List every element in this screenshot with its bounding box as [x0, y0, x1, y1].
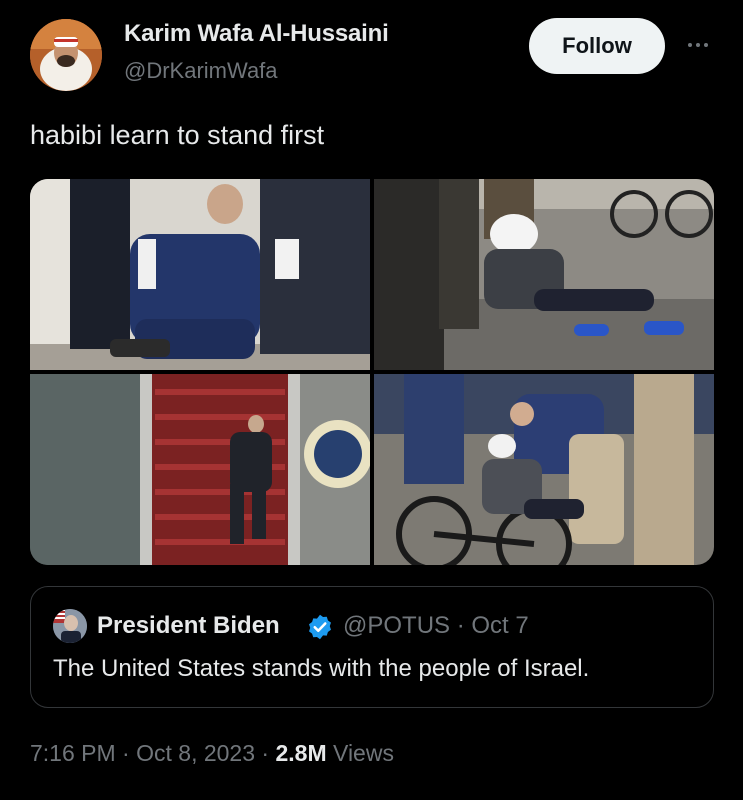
- author-avatar[interactable]: [30, 19, 102, 91]
- tweet-time[interactable]: 7:16 PM: [30, 740, 116, 766]
- quoted-avatar: [53, 609, 87, 643]
- author-name[interactable]: Karim Wafa Al-Hussaini: [124, 20, 389, 48]
- media-image-3[interactable]: [30, 374, 370, 565]
- quoted-handle-date: @POTUS · Oct 7: [343, 612, 529, 639]
- views-count: 2.8M: [275, 740, 327, 766]
- verified-badge-icon: [309, 614, 331, 640]
- meta-separator: ·: [115, 740, 137, 766]
- meta-separator: ·: [255, 740, 276, 766]
- media-image-4[interactable]: [374, 374, 714, 565]
- follow-button[interactable]: Follow: [529, 18, 665, 74]
- media-grid: [30, 179, 714, 565]
- ellipsis-icon[interactable]: [680, 30, 716, 60]
- views-label: Views: [326, 740, 394, 766]
- quoted-tweet[interactable]: President Biden @POTUS · Oct 7 The Unite…: [30, 586, 714, 708]
- tweet-text: habibi learn to stand first: [30, 120, 325, 150]
- tweet-date[interactable]: Oct 8, 2023: [136, 740, 255, 766]
- tweet-meta: 7:16 PM · Oct 8, 2023 · 2.8M Views: [30, 740, 394, 767]
- media-image-2[interactable]: [374, 179, 714, 370]
- media-image-1[interactable]: [30, 179, 370, 370]
- author-handle[interactable]: @DrKarimWafa: [124, 58, 278, 84]
- profile-avatar-image: [30, 19, 102, 91]
- quoted-text: The United States stands with the people…: [53, 655, 590, 682]
- quoted-author-name: President Biden: [97, 612, 280, 639]
